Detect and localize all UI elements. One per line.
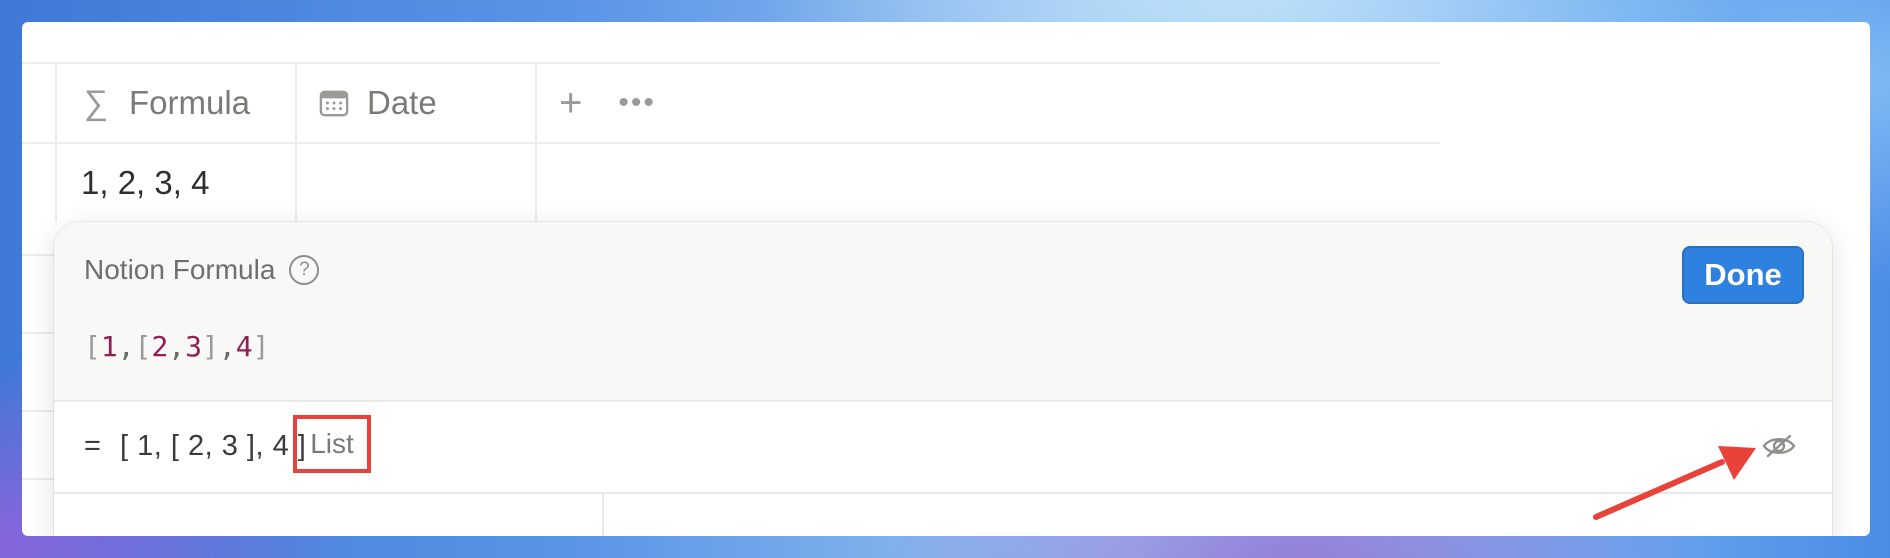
formula-token: , <box>117 330 135 363</box>
table-row[interactable]: 1, 2, 3, 4 <box>22 142 1440 222</box>
formula-token: ] <box>252 330 270 363</box>
formula-cell[interactable]: 1, 2, 3, 4 <box>57 144 297 222</box>
row-stub <box>22 144 57 222</box>
equals-sign: = <box>84 430 101 462</box>
popup-title-text: Notion Formula <box>84 254 276 285</box>
column-header-label: Formula <box>129 84 251 121</box>
formula-cell-value: 1, 2, 3, 4 <box>81 164 210 201</box>
formula-editor-popup: Notion Formula ? Done [1,[2,3],4] = [ 1,… <box>54 222 1832 536</box>
formula-token: , <box>218 330 236 363</box>
formula-token: [ <box>84 330 101 363</box>
formula-token: ] <box>202 330 219 363</box>
help-icon[interactable]: ? <box>289 255 320 285</box>
column-header-date[interactable]: Date <box>297 64 537 142</box>
formula-editor-body <box>54 494 1832 536</box>
header-stub <box>22 64 57 142</box>
database-table: ∑ Formula Date + ••• 1, 2, 3, 4 <box>22 62 1440 222</box>
eye-off-icon[interactable] <box>1762 432 1796 460</box>
sigma-icon: ∑ <box>83 83 109 122</box>
date-cell[interactable] <box>297 144 537 222</box>
table-header-row: ∑ Formula Date + ••• <box>22 62 1440 142</box>
formula-token: 2 <box>151 330 169 363</box>
formula-token: [ <box>134 330 152 363</box>
row-filler <box>537 144 559 222</box>
column-header-formula[interactable]: ∑ Formula <box>57 64 297 142</box>
header-actions: + ••• <box>537 64 656 142</box>
calendar-icon <box>319 88 349 118</box>
formula-token: , <box>168 330 186 363</box>
formula-input[interactable]: [1,[2,3],4] <box>84 330 269 363</box>
panel-divider <box>602 494 604 536</box>
formula-token: 3 <box>185 330 203 363</box>
formula-result-row: = [ 1, [ 2, 3 ], 4 ] List <box>54 402 1832 494</box>
formula-editor-title: Notion Formula ? <box>84 254 320 286</box>
formula-editor-header: Notion Formula ? Done [1,[2,3],4] <box>54 222 1832 402</box>
more-options-icon[interactable]: ••• <box>618 88 656 118</box>
formula-result-value: [ 1, [ 2, 3 ], 4 ] <box>120 430 307 462</box>
formula-token: 4 <box>235 330 253 363</box>
formula-token: 1 <box>100 330 118 363</box>
done-button[interactable]: Done <box>1682 246 1804 304</box>
notion-window: ∑ Formula Date + ••• 1, 2, 3, 4 Notion F… <box>22 22 1870 536</box>
result-type-badge: List <box>293 415 371 473</box>
column-header-label: Date <box>367 84 437 121</box>
add-property-icon[interactable]: + <box>559 83 582 123</box>
